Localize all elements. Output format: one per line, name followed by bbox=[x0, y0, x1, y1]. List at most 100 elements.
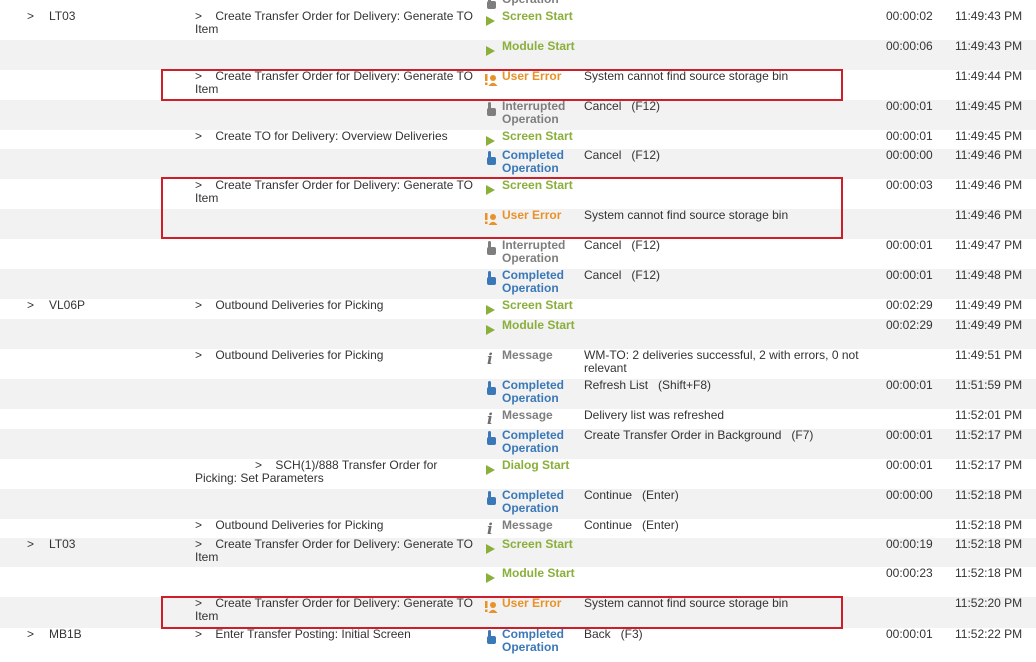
step-type: Screen Start bbox=[502, 298, 573, 312]
row-expander[interactable]: > bbox=[27, 299, 34, 312]
screen-name: > Create Transfer Order for Delivery: Ge… bbox=[195, 596, 477, 623]
step-timestamp: 11:52:18 PM bbox=[955, 518, 1023, 532]
step-description: Cancel (F12) bbox=[584, 238, 661, 252]
log-row[interactable]: Completed Operation Refresh List (Shift+F… bbox=[0, 379, 1036, 409]
log-row[interactable]: > Create Transfer Order for Delivery: Ge… bbox=[0, 70, 1036, 100]
step-timestamp: 11:49:47 PM bbox=[955, 238, 1023, 252]
step-timestamp: 11:52:20 PM bbox=[955, 596, 1023, 610]
screen-name: > Enter Transfer Posting: Initial Screen bbox=[195, 627, 411, 641]
step-type: Message bbox=[502, 518, 553, 532]
log-row[interactable]: Completed Operation Create Transfer Order… bbox=[0, 429, 1036, 459]
screen-name: > Create Transfer Order for Delivery: Ge… bbox=[195, 69, 477, 96]
user-error-icon bbox=[484, 63, 498, 89]
play-icon bbox=[484, 172, 498, 198]
log-row[interactable]: Module Start 00:02:29 11:49:49 PM bbox=[0, 319, 1036, 349]
step-type: Completed Operation bbox=[502, 488, 565, 515]
step-timestamp: 11:52:22 PM bbox=[955, 627, 1023, 641]
transaction-code: VL06P bbox=[49, 298, 86, 312]
step-description: Delivery list was refreshed bbox=[584, 408, 725, 422]
step-timestamp: 11:49:48 PM bbox=[955, 268, 1023, 282]
user-error-icon bbox=[484, 590, 498, 616]
log-row[interactable]: Module Start 00:00:23 11:52:18 PM bbox=[0, 567, 1036, 597]
transaction-code: LT03 bbox=[49, 9, 76, 23]
step-duration: 00:00:01 bbox=[886, 268, 933, 282]
step-description: Continue (Enter) bbox=[584, 488, 679, 502]
step-duration: 00:00:01 bbox=[886, 627, 933, 641]
info-icon: i bbox=[484, 342, 498, 368]
step-type: Module Start bbox=[502, 39, 575, 53]
log-row[interactable]: Interrupted Operation Cancel (F12) 00:00:0… bbox=[0, 100, 1036, 130]
step-duration: 00:00:06 bbox=[886, 39, 933, 53]
step-duration: 00:00:03 bbox=[886, 178, 933, 192]
step-duration: 00:00:02 bbox=[886, 9, 933, 23]
step-duration: 00:02:29 bbox=[886, 298, 933, 312]
interrupted-icon bbox=[484, 93, 498, 119]
completed-icon bbox=[484, 482, 498, 508]
completed-icon bbox=[484, 372, 498, 398]
step-type: Interrupted Operation bbox=[502, 238, 566, 265]
step-type: Module Start bbox=[502, 318, 575, 332]
log-row[interactable]: > Create Transfer Order for Delivery: Ge… bbox=[0, 179, 1036, 209]
step-timestamp: 11:49:44 PM bbox=[955, 69, 1023, 83]
log-row[interactable]: Completed Operation Continue (Enter) 00:00… bbox=[0, 489, 1036, 519]
step-description: Cancel (F12) bbox=[584, 268, 661, 282]
screen-name: > Outbound Deliveries for Picking bbox=[195, 518, 384, 532]
log-row[interactable]: > Create Transfer Order for Delivery: Ge… bbox=[0, 597, 1036, 628]
step-duration: 00:00:00 bbox=[886, 148, 933, 162]
screen-name: > Outbound Deliveries for Picking bbox=[195, 298, 384, 312]
step-type: Completed Operation bbox=[502, 148, 565, 175]
log-row[interactable]: User Error System cannot find source stor… bbox=[0, 209, 1036, 239]
step-timestamp: 11:49:45 PM bbox=[955, 129, 1023, 143]
screen-name: > Create Transfer Order for Delivery: Ge… bbox=[195, 537, 477, 564]
log-row[interactable]: > Outbound Deliveries for Picking Message… bbox=[0, 349, 1036, 379]
step-duration: 00:00:01 bbox=[886, 428, 933, 442]
step-type: User Error bbox=[502, 208, 562, 222]
play-icon bbox=[484, 560, 498, 586]
step-timestamp: 11:51:59 PM bbox=[955, 378, 1023, 392]
step-type: Completed Operation bbox=[502, 627, 565, 654]
step-type: Screen Start bbox=[502, 178, 573, 192]
step-type: Message bbox=[502, 348, 553, 362]
row-expander[interactable]: > bbox=[27, 10, 34, 23]
log-row[interactable]: Completed Operation Cancel (F12) 00:00:01 1… bbox=[0, 269, 1036, 299]
step-type: Interrupted Operation bbox=[502, 99, 566, 126]
row-expander[interactable]: > bbox=[27, 628, 34, 641]
step-description: System cannot find source storage bin bbox=[584, 596, 789, 610]
step-timestamp: 11:49:43 PM bbox=[955, 9, 1023, 23]
step-timestamp: 11:49:49 PM bbox=[955, 318, 1023, 332]
step-timestamp: 11:49:45 PM bbox=[955, 99, 1023, 113]
step-duration: 00:00:01 bbox=[886, 129, 933, 143]
step-type: Module Start bbox=[502, 566, 575, 580]
screen-name: > Create Transfer Order for Delivery: Ge… bbox=[195, 178, 477, 205]
step-description: Cancel (F12) bbox=[584, 99, 661, 113]
svg-text:i: i bbox=[487, 350, 493, 368]
log-row[interactable]: Interrupted Operation Cancel (F12) 00:00:0… bbox=[0, 239, 1036, 269]
log-row[interactable]: > Outbound Deliveries for Picking Message… bbox=[0, 518, 1036, 539]
step-description: Refresh List (Shift+F8) bbox=[584, 378, 712, 392]
step-timestamp: 11:52:01 PM bbox=[955, 408, 1023, 422]
log-row[interactable]: > LT03 > Create Transfer Order for Deliver… bbox=[0, 538, 1036, 567]
step-timestamp: 11:52:17 PM bbox=[955, 458, 1023, 472]
step-type: Completed Operation bbox=[502, 428, 565, 455]
log-row[interactable]: Message Delivery list was refreshed 11:52:… bbox=[0, 409, 1036, 429]
row-expander[interactable]: > bbox=[27, 538, 34, 551]
log-row[interactable]: > LT03 > Create Transfer Order for Deliver… bbox=[0, 10, 1036, 40]
step-type: Screen Start bbox=[502, 129, 573, 143]
step-duration: 00:00:19 bbox=[886, 537, 933, 551]
step-duration: 00:00:01 bbox=[886, 458, 933, 472]
log-row[interactable]: > VL06P > Outbound Deliveries for Picking S… bbox=[0, 299, 1036, 319]
interrupted-icon bbox=[484, 232, 498, 258]
log-row[interactable]: > Create TO for Delivery: Overview Deliv… bbox=[0, 130, 1036, 149]
play-icon bbox=[484, 33, 498, 59]
step-type: Message bbox=[502, 408, 553, 422]
log-row[interactable]: > SCH(1)/888 Transfer Order for Picking:… bbox=[0, 459, 1036, 489]
screen-name: > SCH(1)/888 Transfer Order for Picking:… bbox=[195, 458, 441, 485]
completed-icon bbox=[484, 422, 498, 448]
log-row[interactable]: Completed Operation Cancel (F12) 00:00:00 1… bbox=[0, 149, 1036, 179]
log-row[interactable]: Module Start 00:00:06 11:49:43 PM bbox=[0, 40, 1036, 70]
step-timestamp: 11:49:46 PM bbox=[955, 178, 1023, 192]
completed-icon bbox=[484, 142, 498, 168]
screen-name: > Create Transfer Order for Delivery: Ge… bbox=[195, 9, 477, 36]
step-description: WM-TO: 2 deliveries successful, 2 with e… bbox=[584, 348, 862, 375]
log-row[interactable]: > MB1B > Enter Transfer Posting: Initial S… bbox=[0, 628, 1036, 662]
